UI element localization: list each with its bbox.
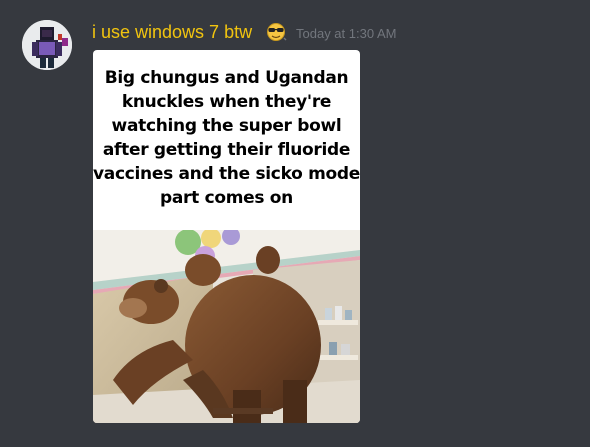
meme-caption: Big chungus and Ugandan knuckles when th… [93,68,360,208]
image-attachment[interactable]: Big chungus and Ugandan knuckles when th… [93,50,360,423]
chat-message: i use windows 7 btw Today at 1:30 AM Big… [0,0,590,447]
username[interactable]: i use windows 7 btw [92,20,252,44]
user-avatar[interactable] [22,20,72,70]
meme-image [93,230,360,423]
message-timestamp: Today at 1:30 AM [296,26,397,41]
sunglasses-emoji-icon [267,23,287,41]
avatar-image [22,20,72,70]
